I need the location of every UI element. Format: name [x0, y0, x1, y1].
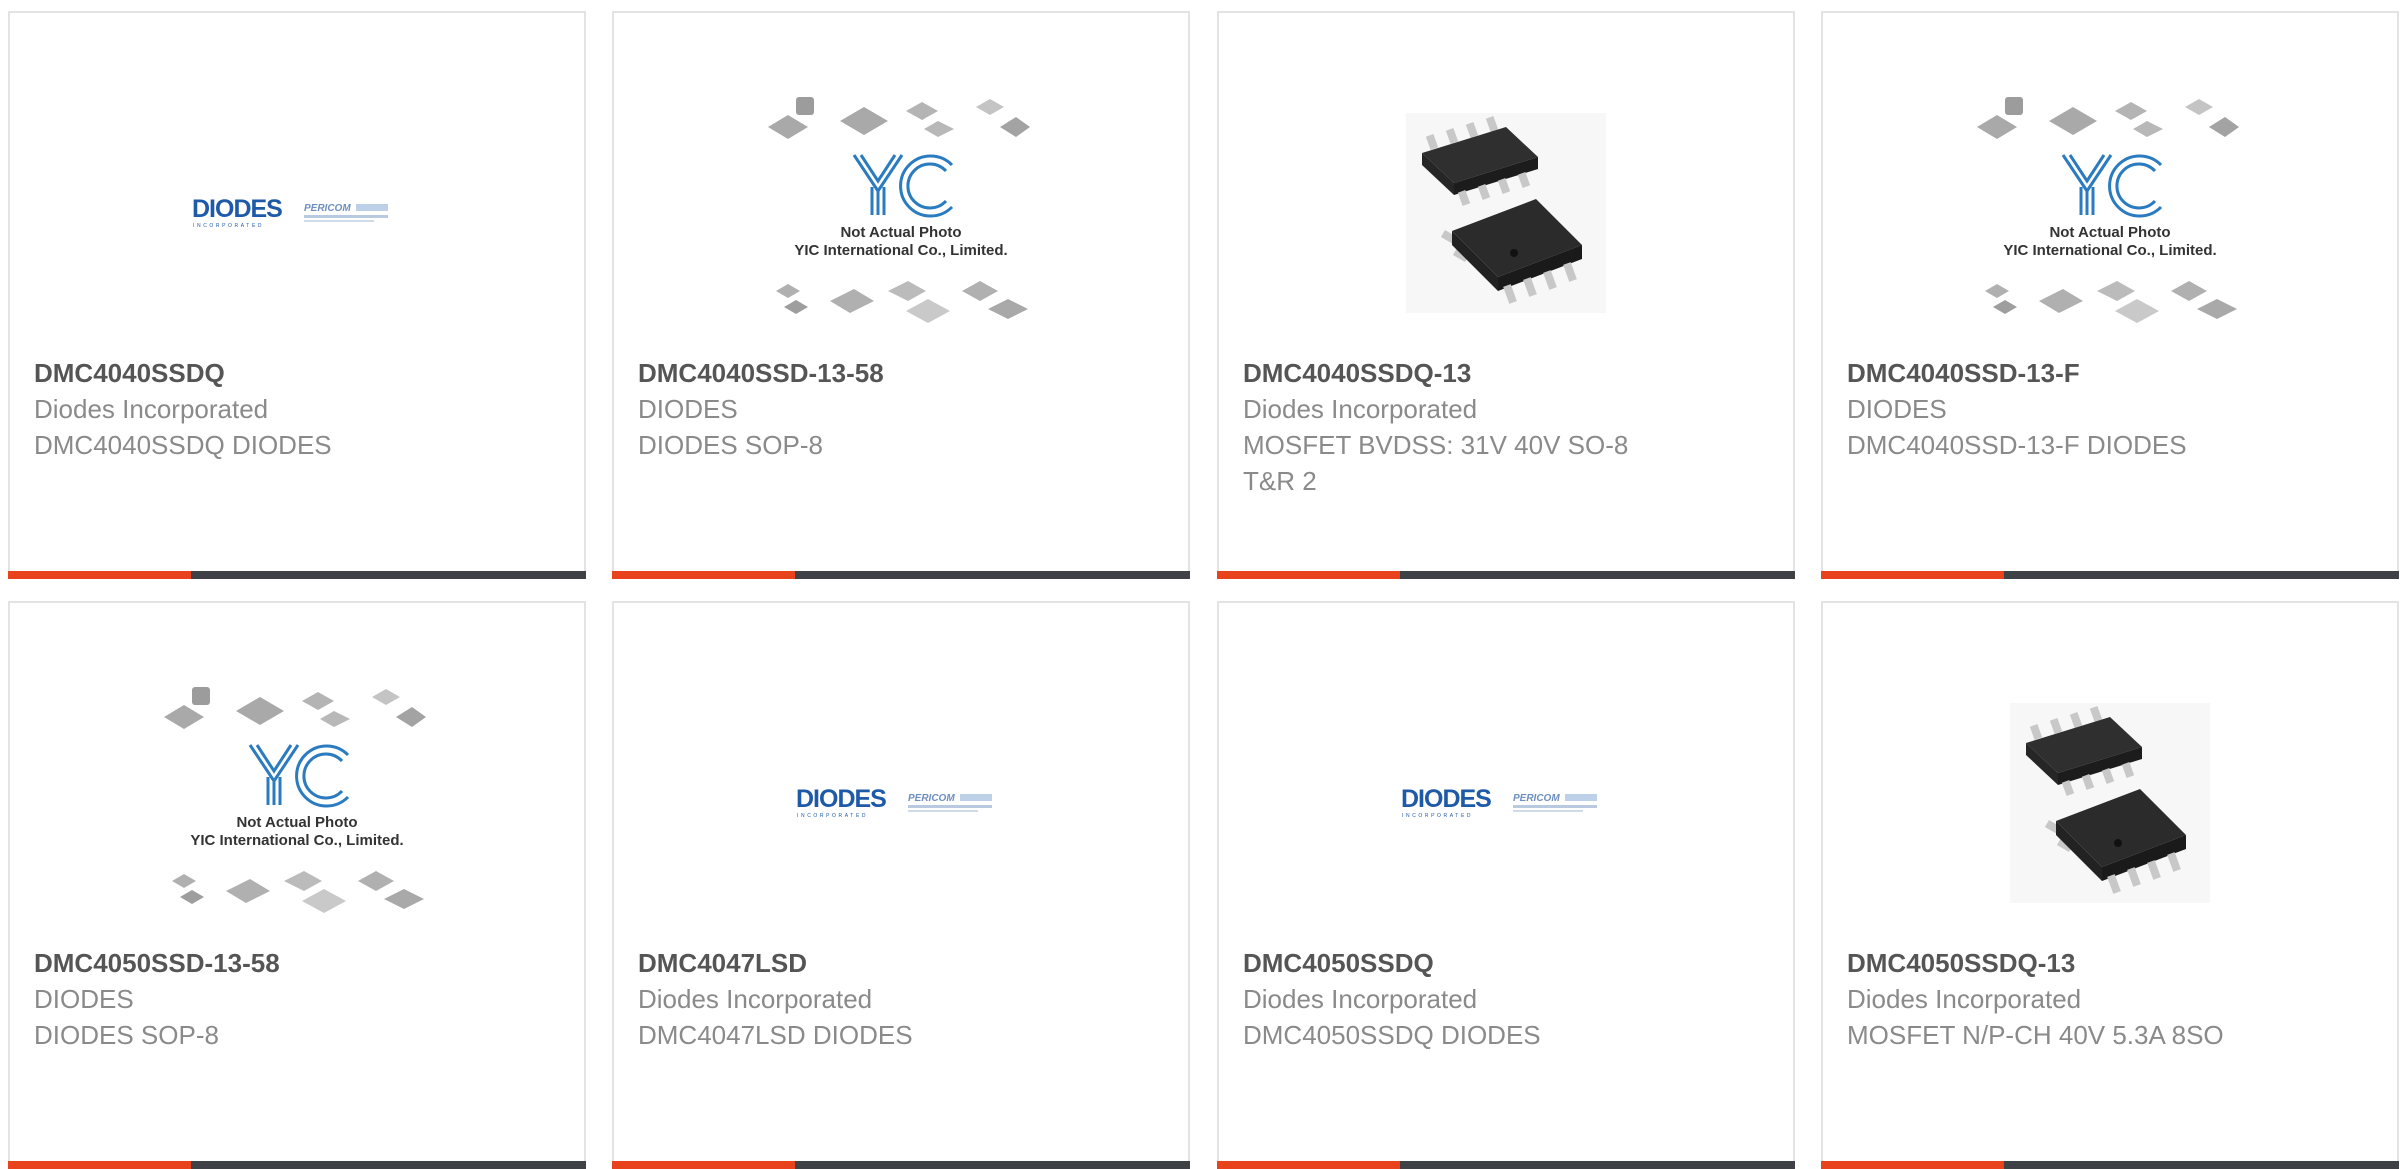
- yic-placeholder-image: Not Actual Photo YIC International Co., …: [164, 687, 426, 913]
- product-manufacturer: DIODES: [1847, 394, 1947, 424]
- product-part-number[interactable]: DMC4040SSD-13-58: [638, 355, 1168, 391]
- card-accent-stripe: [1821, 571, 2004, 579]
- diodes-pericom-logo: DIODES INCORPORATED PERICOM: [1401, 785, 1597, 819]
- diodes-pericom-logo: DIODES INCORPORATED PERICOM: [796, 785, 992, 819]
- yic-logo-mark: [248, 744, 350, 808]
- product-description: DMC4040SSD-13-F DIODES: [1847, 430, 2187, 460]
- card-accent-stripe: [1217, 1161, 1400, 1169]
- card-bottom-bar: [612, 1161, 1190, 1169]
- product-description: MOSFET BVDSS: 31V 40V SO-8 T&R 2: [1243, 430, 1629, 496]
- so8-chip-photo: [1406, 113, 1606, 313]
- card-accent-stripe: [1821, 1161, 2004, 1169]
- product-card[interactable]: Not Actual Photo YIC International Co., …: [8, 601, 586, 1169]
- product-image[interactable]: [1823, 663, 2397, 943]
- product-description: DIODES SOP-8: [34, 1020, 219, 1050]
- product-part-number[interactable]: DMC4050SSDQ: [1243, 945, 1773, 981]
- diodes-tagline: INCORPORATED: [797, 813, 868, 819]
- card-bottom-bar: [1217, 1161, 1795, 1169]
- product-manufacturer: Diodes Incorporated: [1243, 394, 1478, 424]
- product-manufacturer: Diodes Incorporated: [34, 394, 269, 424]
- product-card[interactable]: Not Actual Photo YIC International Co., …: [1821, 11, 2399, 579]
- product-info: DMC4040SSDQ Diodes Incorporated DMC4040SSD…: [34, 355, 564, 463]
- yic-caption-line-2: YIC International Co., Limited.: [794, 242, 1007, 259]
- yic-caption-line-1: Not Actual Photo: [2049, 224, 2170, 241]
- product-info: DMC4040SSDQ-13 Diodes Incorporated MOSFET …: [1243, 355, 1773, 499]
- product-description: MOSFET N/P-CH 40V 5.3A 8SO: [1847, 1020, 2224, 1050]
- product-manufacturer: Diodes Incorporated: [1243, 984, 1478, 1014]
- product-image[interactable]: [1219, 73, 1793, 353]
- yic-placeholder-image: Not Actual Photo YIC International Co., …: [1977, 97, 2239, 323]
- so8-chip-photo: [2010, 703, 2210, 903]
- product-manufacturer: Diodes Incorporated: [638, 984, 873, 1014]
- diodes-tagline: INCORPORATED: [1402, 813, 1473, 819]
- product-part-number[interactable]: DMC4040SSD-13-F: [1847, 355, 2377, 391]
- diodes-pericom-logo: DIODES INCORPORATED PERICOM: [192, 195, 388, 229]
- product-card[interactable]: DMC4050SSDQ-13 Diodes Incorporated MOSFET …: [1821, 601, 2399, 1169]
- product-part-number[interactable]: DMC4050SSDQ-13: [1847, 945, 2377, 981]
- product-part-number[interactable]: DMC4040SSDQ: [34, 355, 564, 391]
- product-image[interactable]: DIODES INCORPORATED PERICOM: [614, 663, 1188, 943]
- card-accent-stripe: [8, 571, 191, 579]
- yic-caption-line-1: Not Actual Photo: [840, 224, 961, 241]
- product-description: DMC4047LSD DIODES: [638, 1020, 913, 1050]
- product-description: DMC4050SSDQ DIODES: [1243, 1020, 1541, 1050]
- card-accent-stripe: [612, 571, 795, 579]
- product-info: DMC4047LSD Diodes Incorporated DMC4047LSD …: [638, 945, 1168, 1053]
- card-bottom-bar: [612, 571, 1190, 579]
- product-card[interactable]: Not Actual Photo YIC International Co., …: [612, 11, 1190, 579]
- yic-placeholder-image: Not Actual Photo YIC International Co., …: [768, 97, 1030, 323]
- yic-logo-mark: [852, 154, 954, 218]
- product-image[interactable]: Not Actual Photo YIC International Co., …: [614, 73, 1188, 353]
- product-image[interactable]: DIODES INCORPORATED PERICOM: [10, 73, 584, 353]
- product-info: DMC4040SSD-13-58 DIODES DIODES SOP-8: [638, 355, 1168, 463]
- card-accent-stripe: [612, 1161, 795, 1169]
- yic-caption-line-2: YIC International Co., Limited.: [2003, 242, 2216, 259]
- card-accent-stripe: [1217, 571, 1400, 579]
- product-info: DMC4050SSDQ Diodes Incorporated DMC4050SSD…: [1243, 945, 1773, 1053]
- diodes-wordmark: DIODES: [1401, 785, 1491, 813]
- product-part-number[interactable]: DMC4040SSDQ-13: [1243, 355, 1773, 391]
- product-info: DMC4050SSDQ-13 Diodes Incorporated MOSFET …: [1847, 945, 2377, 1053]
- product-image[interactable]: Not Actual Photo YIC International Co., …: [10, 663, 584, 943]
- product-image[interactable]: Not Actual Photo YIC International Co., …: [1823, 73, 2397, 353]
- product-card[interactable]: DIODES INCORPORATED PERICOM DMC4040SSDQ D…: [8, 11, 586, 579]
- product-description: DIODES SOP-8: [638, 430, 823, 460]
- product-manufacturer: DIODES: [34, 984, 134, 1014]
- diodes-tagline: INCORPORATED: [193, 223, 264, 229]
- card-accent-stripe: [8, 1161, 191, 1169]
- pericom-wordmark: PERICOM: [304, 203, 351, 214]
- card-bottom-bar: [8, 571, 586, 579]
- product-manufacturer: Diodes Incorporated: [1847, 984, 2082, 1014]
- product-card[interactable]: DMC4040SSDQ-13 Diodes Incorporated MOSFET …: [1217, 11, 1795, 579]
- product-part-number[interactable]: DMC4050SSD-13-58: [34, 945, 564, 981]
- card-bottom-bar: [1821, 1161, 2399, 1169]
- yic-caption-line-1: Not Actual Photo: [236, 814, 357, 831]
- card-bottom-bar: [1821, 571, 2399, 579]
- product-description: DMC4040SSDQ DIODES: [34, 430, 332, 460]
- diodes-wordmark: DIODES: [796, 785, 886, 813]
- yic-logo-mark: [2061, 154, 2163, 218]
- product-card[interactable]: DIODES INCORPORATED PERICOM DMC4050SSDQ D…: [1217, 601, 1795, 1169]
- product-info: DMC4040SSD-13-F DIODES DMC4040SSD-13-F DIO…: [1847, 355, 2377, 463]
- yic-caption-line-2: YIC International Co., Limited.: [190, 832, 403, 849]
- card-bottom-bar: [1217, 571, 1795, 579]
- product-manufacturer: DIODES: [638, 394, 738, 424]
- pericom-wordmark: PERICOM: [1513, 793, 1560, 804]
- diodes-wordmark: DIODES: [192, 195, 282, 223]
- card-bottom-bar: [8, 1161, 586, 1169]
- pericom-wordmark: PERICOM: [908, 793, 955, 804]
- product-info: DMC4050SSD-13-58 DIODES DIODES SOP-8: [34, 945, 564, 1053]
- product-part-number[interactable]: DMC4047LSD: [638, 945, 1168, 981]
- product-card[interactable]: DIODES INCORPORATED PERICOM DMC4047LSD Di…: [612, 601, 1190, 1169]
- product-image[interactable]: DIODES INCORPORATED PERICOM: [1219, 663, 1793, 943]
